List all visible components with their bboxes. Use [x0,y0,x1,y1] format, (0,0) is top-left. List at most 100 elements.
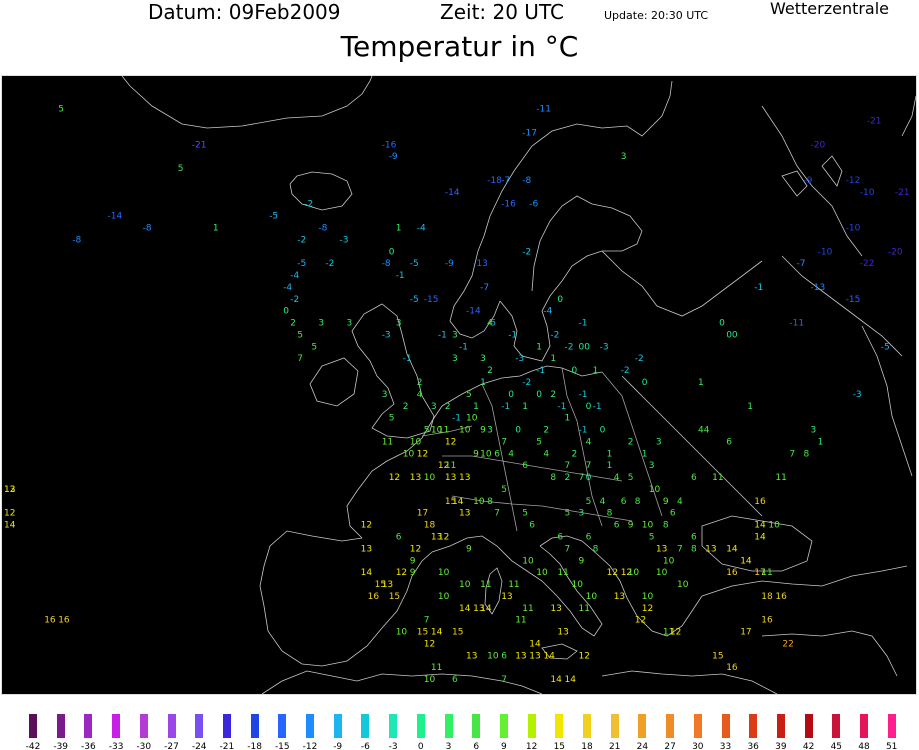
station-temperature: 10 [459,580,471,590]
legend-tick-label: -24 [191,742,207,750]
station-temperature: 10 [438,592,450,602]
station-temperature: 8 [663,521,669,531]
station-temperature: 10 [522,556,534,566]
station-temperature: -14 [108,212,123,222]
station-temperature: 7 [565,544,571,554]
station-temperature: -16 [501,200,516,210]
station-temperature: 13 [382,580,393,590]
station-temperature: 4 [417,390,423,400]
station-temperature: 7 [677,544,683,554]
station-temperature: 5 [466,390,472,400]
station-temperature: -2 [550,331,559,341]
station-temperature: 14 [543,651,555,661]
station-temperature: 4 [508,449,514,459]
station-temperature: -13 [473,259,488,269]
station-temperature: 8 [550,473,556,483]
station-temperature: 9 [466,544,472,554]
station-temperature: 6 [501,651,507,661]
legend-swatch [306,714,314,738]
station-temperature: 7 [501,675,507,685]
station-temperature: 0 [642,378,648,388]
station-temperature: 7 [565,461,571,471]
station-temperature: -5 [410,295,419,305]
station-temperature: 1 [565,414,571,424]
station-temperature: -20 [811,140,826,150]
station-temperature: 10 [663,556,675,566]
legend-tick-label: 15 [553,742,566,750]
station-temperature: 3 [431,402,437,412]
station-temperature: 11 [445,461,456,471]
station-temperature: 5 [297,331,303,341]
legend-tick-label: 30 [692,742,704,750]
legend-swatch [361,714,370,738]
station-temperature: 11 [775,473,786,483]
coastlines [121,76,916,694]
station-temperature: 10 [487,651,499,661]
station-temperature: -2 [297,235,306,245]
legend-tick-label: -12 [302,742,318,750]
station-temperature: 12 [389,473,400,483]
station-temperature: 7 [297,354,303,364]
legend-swatch [749,714,758,738]
legend-swatch [139,714,148,738]
legend-swatch [555,714,564,738]
station-temperature: 13 [557,628,568,638]
station-temperature: 10 [396,628,408,638]
station-temperature: 1 [522,402,528,412]
color-scale-legend: -42 -39 -36 -33 -30 -27 -24 -21 -18 -15 -12 -9 -6 -3 0… [0,708,919,750]
station-temperature: 2 [543,426,549,436]
station-temperature: 1 [747,402,753,412]
station-temperature: 5 [58,105,64,115]
station-temperature: 3 [396,319,402,329]
station-temperature: -2 [304,200,313,210]
map-canvas: -215-20-21-9 -12-10 -21-10-10 -20-7 -22-13-1… [4,76,916,694]
station-temperature: 13 [466,651,477,661]
station-temperature: -4 [283,283,292,293]
station-temperature: -7 [501,176,510,186]
station-temperature: -2 [621,366,630,376]
station-temperature: -10 [818,247,833,257]
station-temperature: 11 [382,437,393,447]
station-temperature: 11 [431,663,442,673]
station-temperature: 14 [726,544,738,554]
station-temperature: -11 [789,319,804,329]
station-temperature: 13 [529,651,540,661]
station-temperature: 12 [635,616,646,626]
station-temperature: -22 [860,259,875,269]
legend-tick-label: -3 [388,742,398,750]
station-temperature: -18 [487,176,502,186]
station-temperature: 22 [782,640,793,650]
legend-swatch [499,714,508,738]
station-temperature: 11 [480,580,491,590]
station-temperature: 4 [600,497,606,507]
station-temperature: 11 [557,568,568,578]
station-temperature: -1 [438,331,447,341]
station-temperature: 00 [726,331,738,341]
time-label: Zeit: 20 UTC [440,0,564,24]
station-temperature: -14 [445,188,460,198]
station-temperature: 5 [536,437,542,447]
station-temperature: -8 [72,235,81,245]
legend-swatch [527,714,536,738]
station-temperature: -15 [846,295,861,305]
legend-swatch [56,714,65,738]
station-temperature: 9 [410,568,416,578]
station-temperature: 1 [818,437,824,447]
legend-tick-label: 21 [608,742,621,750]
station-temperature: 5 [501,485,507,495]
station-temperature: -1 [557,402,566,412]
station-temperature: -10 [860,188,875,198]
legend-tick-label: -36 [81,742,96,750]
station-temperature: 3 [347,319,353,329]
station-temperature: 1 [536,342,542,352]
station-temperature: 12 [396,568,407,578]
station-temperature: 6 [691,473,697,483]
station-temperature: -21 [192,140,207,150]
legend-tick-label: 6 [473,742,480,750]
station-temperature: 10 [431,426,443,436]
station-temperature: -3 [600,342,609,352]
station-temperature: -7 [797,259,806,269]
station-temperature: 2 [487,366,493,376]
station-temperature: -1 [403,354,412,364]
legend-swatch [250,714,259,738]
